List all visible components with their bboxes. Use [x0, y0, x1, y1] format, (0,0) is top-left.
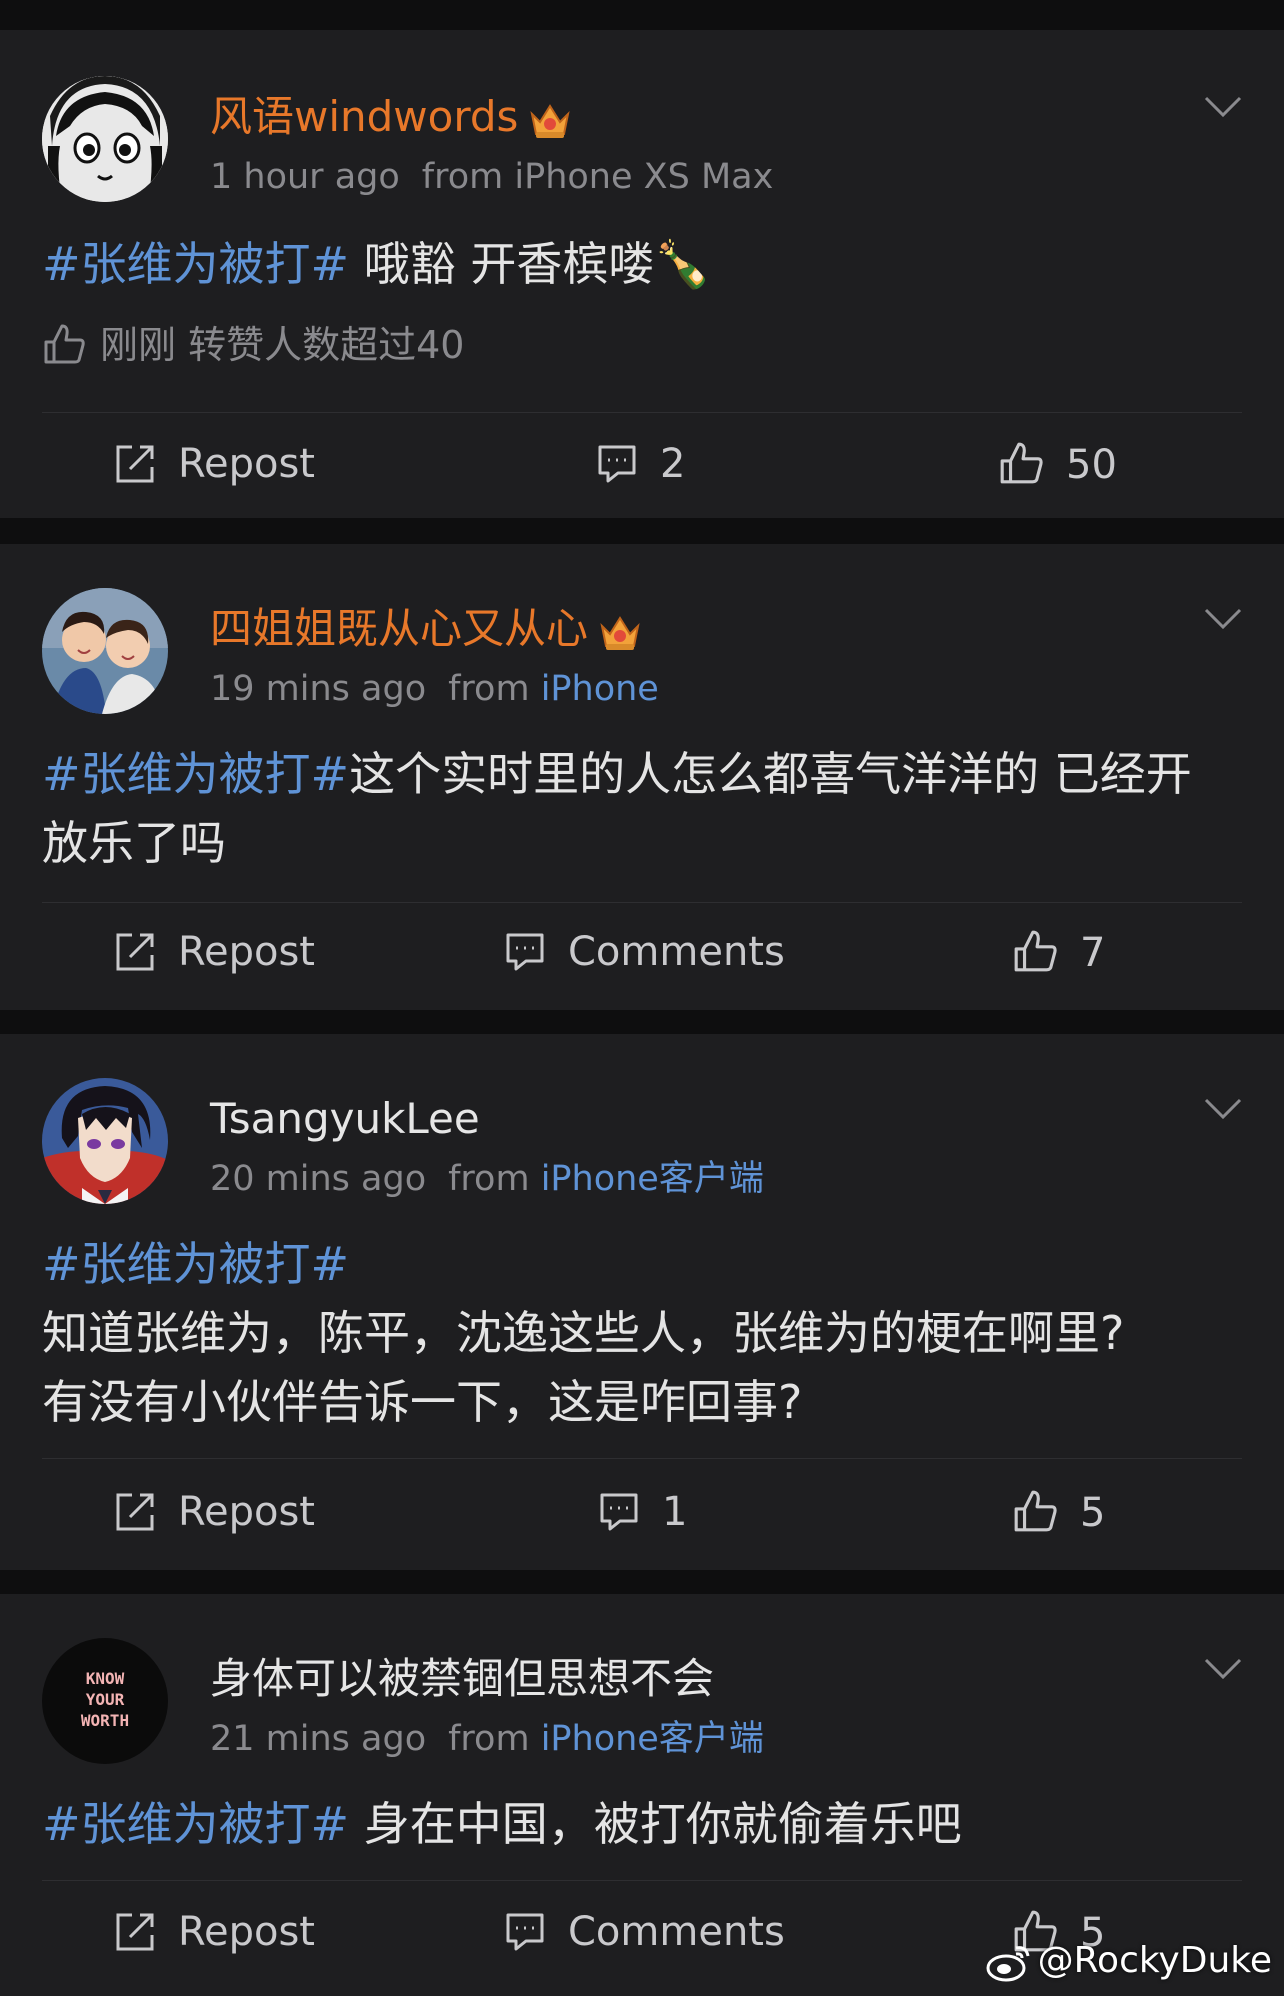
post-meta: 19 mins ago from iPhone [210, 668, 659, 710]
like-milestone-notice: 刚刚 转赞人数超过40 [42, 322, 464, 368]
comment-icon [600, 1493, 638, 1531]
post-source[interactable]: iPhone客户端 [541, 1159, 764, 1199]
username-text[interactable]: 风语windwords [210, 92, 518, 141]
repost-label: Repost [178, 441, 315, 487]
post-meta: 20 mins ago from iPhone客户端 [210, 1158, 764, 1200]
chevron-down-icon[interactable] [1202, 94, 1244, 120]
from-label: from [448, 669, 530, 709]
thumbs-up-icon [1014, 930, 1057, 972]
watermark: @RockyDuke [986, 1940, 1272, 1982]
post-body: 身在中国，被打你就偷着乐吧 [349, 1797, 962, 1851]
post-source: iPhone XS Max [514, 157, 774, 197]
username-text[interactable]: TsangyukLee [210, 1094, 480, 1143]
watermark-text: @RockyDuke [1037, 1940, 1272, 1981]
like-milestone-text: 刚刚 转赞人数超过40 [100, 323, 465, 367]
comments-button[interactable]: Comments [504, 1908, 785, 1956]
post-body: 哦豁 开香槟喽🍾 [349, 237, 712, 291]
repost-icon [116, 1493, 154, 1531]
repost-button[interactable]: Repost [114, 928, 315, 976]
post-time: 1 hour ago [210, 157, 400, 197]
post-body-line: 这个实时里的人怎么都喜气洋洋的 已经开 [349, 747, 1192, 801]
divider [42, 902, 1242, 903]
weibo-logo-icon [986, 1946, 1030, 1982]
thumbs-up-icon [1014, 1490, 1057, 1532]
repost-icon [116, 933, 154, 971]
from-label: from [448, 1719, 530, 1759]
chevron-down-icon[interactable] [1202, 606, 1244, 632]
vip-crown-icon [598, 612, 642, 652]
comments-label: Comments [568, 929, 785, 975]
thumbs-up-icon [1000, 442, 1043, 484]
likes-count: 7 [1080, 930, 1106, 976]
avatar[interactable] [42, 1078, 168, 1204]
chevron-down-icon[interactable] [1202, 1656, 1244, 1682]
post-card: 风语windwords 1 hour ago from iPhone XS Max… [0, 30, 1284, 518]
avatar-text: KNOW YOUR WORTH [80, 1669, 130, 1730]
thumbs-up-icon [44, 324, 85, 364]
comments-button[interactable]: 1 [598, 1488, 687, 1536]
post-meta: 21 mins ago from iPhone客户端 [210, 1718, 764, 1760]
vip-crown-icon [528, 100, 572, 140]
comments-button[interactable]: Comments [504, 928, 785, 976]
repost-button[interactable]: Repost [114, 440, 315, 488]
post-text: #张维为被打# 哦豁 开香槟喽🍾 [42, 230, 1244, 299]
divider [42, 1458, 1242, 1459]
comment-icon [506, 933, 544, 971]
repost-icon [116, 445, 154, 483]
likes-count: 5 [1080, 1490, 1106, 1536]
comments-count: 2 [660, 441, 686, 487]
avatar[interactable] [42, 76, 168, 202]
username-text[interactable]: 身体可以被禁锢但思想不会 [210, 1654, 714, 1703]
comment-icon [598, 445, 636, 483]
comments-count: 1 [662, 1489, 688, 1535]
username[interactable]: TsangyukLee [210, 1094, 480, 1144]
username[interactable]: 风语windwords [210, 92, 572, 142]
avatar[interactable] [42, 588, 168, 714]
post-text: #张维为被打#这个实时里的人怎么都喜气洋洋的 已经开放乐了吗 [42, 740, 1244, 878]
divider [42, 1880, 1242, 1881]
username-text[interactable]: 四姐姐既从心又从心 [210, 604, 588, 653]
avatar[interactable]: KNOW YOUR WORTH [42, 1638, 168, 1764]
post-body-line: 有没有小伙伴告诉一下，这是咋回事? [42, 1375, 803, 1429]
post-time: 20 mins ago [210, 1159, 427, 1199]
like-button[interactable]: 7 [1012, 928, 1105, 977]
post-source[interactable]: iPhone客户端 [541, 1719, 764, 1759]
repost-label: Repost [178, 1909, 315, 1955]
comment-icon [506, 1913, 544, 1951]
repost-label: Repost [178, 929, 315, 975]
post-card: KNOW YOUR WORTH 身体可以被禁锢但思想不会 21 mins ago fr… [0, 1594, 1284, 1996]
divider [42, 412, 1242, 413]
post-time: 21 mins ago [210, 1719, 427, 1759]
chevron-down-icon[interactable] [1202, 1096, 1244, 1122]
hashtag-link[interactable]: #张维为被打# [42, 1797, 349, 1851]
hashtag-link[interactable]: #张维为被打# [42, 1237, 349, 1291]
post-body-line: 知道张维为，陈平，沈逸这些人，张维为的梗在啊里? [42, 1306, 1125, 1360]
repost-button[interactable]: Repost [114, 1488, 315, 1536]
post-card: 四姐姐既从心又从心 19 mins ago from iPhone #张维为被打#… [0, 544, 1284, 1010]
like-button[interactable]: 5 [1012, 1488, 1105, 1537]
from-label: from [421, 157, 504, 197]
post-time: 19 mins ago [210, 669, 427, 709]
hashtag-link[interactable]: #张维为被打# [42, 747, 349, 801]
repost-button[interactable]: Repost [114, 1908, 315, 1956]
post-card: TsangyukLee 20 mins ago from iPhone客户端 #张… [0, 1034, 1284, 1570]
post-source[interactable]: iPhone [541, 669, 659, 709]
likes-count: 50 [1066, 442, 1117, 488]
repost-icon [116, 1913, 154, 1951]
like-button[interactable]: 50 [998, 440, 1117, 489]
username[interactable]: 四姐姐既从心又从心 [210, 604, 642, 654]
post-text: #张维为被打# 知道张维为，陈平，沈逸这些人，张维为的梗在啊里? 有没有小伙伴告诉一… [42, 1230, 1244, 1437]
post-body-line: 放乐了吗 [42, 816, 226, 870]
username[interactable]: 身体可以被禁锢但思想不会 [210, 1654, 714, 1704]
from-label: from [448, 1159, 530, 1199]
post-meta: 1 hour ago from iPhone XS Max [210, 156, 773, 198]
repost-label: Repost [178, 1489, 315, 1535]
comments-button[interactable]: 2 [596, 440, 685, 488]
hashtag-link[interactable]: #张维为被打# [42, 237, 349, 291]
post-text: #张维为被打# 身在中国，被打你就偷着乐吧 [42, 1790, 1244, 1859]
comments-label: Comments [568, 1909, 785, 1955]
